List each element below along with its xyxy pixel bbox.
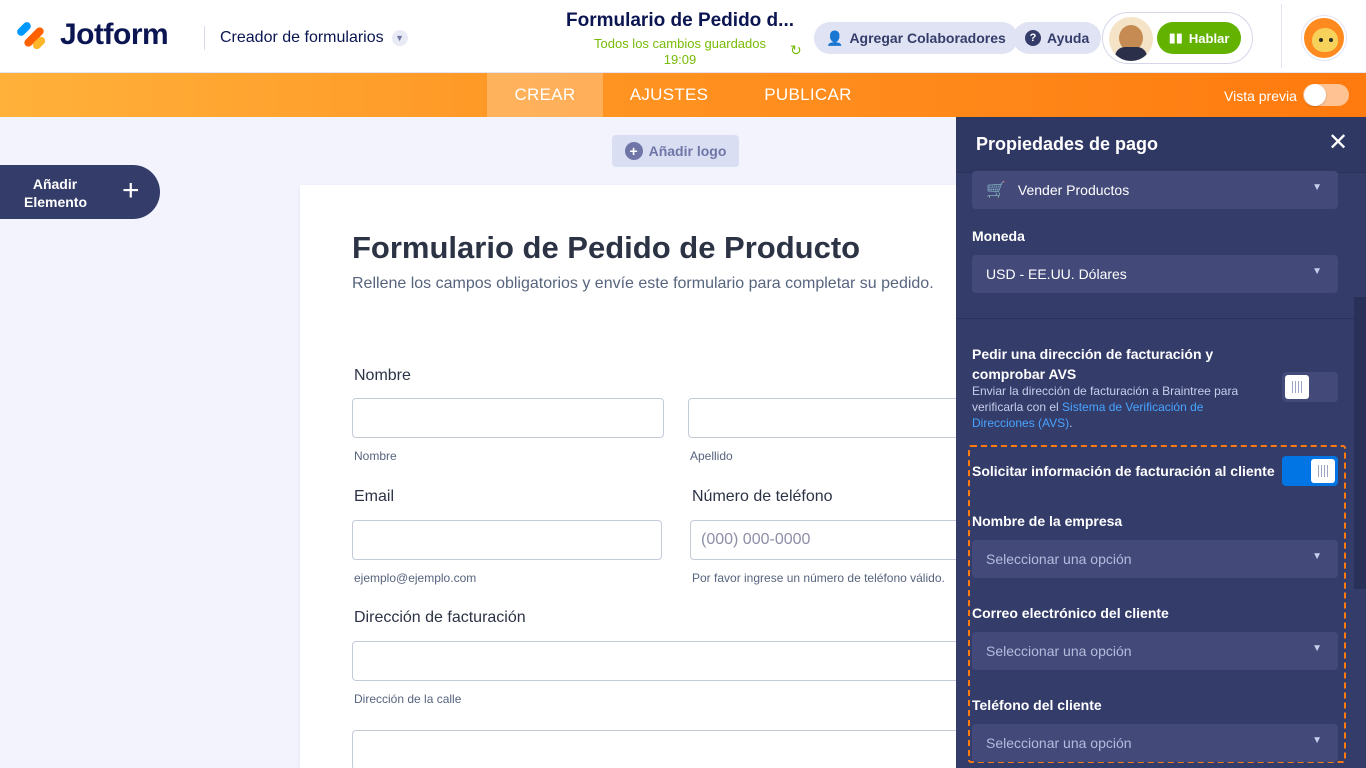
section-divider bbox=[956, 318, 1354, 319]
plus-icon: + bbox=[122, 174, 140, 207]
question-icon: ? bbox=[1025, 30, 1041, 46]
user-icon: 👤 bbox=[826, 29, 844, 46]
phone-label[interactable]: Número de teléfono bbox=[692, 488, 833, 506]
ai-agent-widget[interactable]: ▮▮ Hablar bbox=[1102, 12, 1253, 64]
street-address-input[interactable] bbox=[352, 641, 960, 681]
close-icon[interactable]: ✕ bbox=[1328, 131, 1348, 155]
preview-toggle[interactable] bbox=[1303, 84, 1349, 106]
form-builder-dropdown[interactable]: Creador de formularios ▼ bbox=[220, 29, 408, 47]
form-title[interactable]: Formulario de Pedido d... bbox=[560, 10, 800, 32]
jotform-logo[interactable]: Jotform bbox=[15, 18, 169, 52]
currency-value: USD - EE.UU. Dólares bbox=[986, 266, 1127, 282]
avs-desc-suffix: . bbox=[1069, 416, 1073, 430]
company-name-select[interactable]: Seleccionar una opción ▼ bbox=[972, 540, 1338, 578]
email-label[interactable]: Email bbox=[354, 488, 394, 506]
payment-type-value: Vender Productos bbox=[1017, 182, 1130, 198]
email-input[interactable] bbox=[352, 520, 662, 560]
soundwave-icon: ▮▮ bbox=[1168, 30, 1183, 45]
talk-button[interactable]: ▮▮ Hablar bbox=[1157, 22, 1241, 54]
customer-phone-placeholder: Seleccionar una opción bbox=[986, 735, 1132, 751]
customer-phone-select[interactable]: Seleccionar una opción ▼ bbox=[972, 724, 1338, 762]
plus-circle-icon: + bbox=[624, 142, 643, 160]
currency-label: Moneda bbox=[972, 228, 1025, 244]
agent-avatar bbox=[1109, 17, 1153, 61]
add-logo-label: Añadir logo bbox=[648, 143, 727, 159]
history-icon[interactable]: ↻ bbox=[790, 42, 802, 59]
company-name-label: Nombre de la empresa bbox=[972, 513, 1123, 529]
jotform-logo-icon bbox=[15, 19, 50, 51]
highlight-box bbox=[968, 445, 1346, 763]
add-collaborators-label: Agregar Colaboradores bbox=[849, 30, 1006, 46]
add-logo-button[interactable]: + Añadir logo bbox=[612, 135, 739, 167]
user-avatar[interactable] bbox=[1302, 16, 1346, 60]
billing-info-label: Solicitar información de facturación al … bbox=[972, 463, 1275, 479]
header-divider bbox=[204, 26, 205, 50]
payment-properties-panel: Propiedades de pago ✕ 🛒 Vender Productos… bbox=[956, 117, 1366, 768]
payment-type-select[interactable]: 🛒 Vender Productos ▼ bbox=[972, 171, 1338, 209]
phone-sublabel: Por favor ingrese un número de teléfono … bbox=[692, 571, 945, 585]
save-status: Todos los cambios guardados bbox=[594, 36, 766, 51]
phone-input[interactable]: (000) 000-0000 bbox=[690, 520, 960, 560]
add-element-button[interactable]: Añadir Elemento + bbox=[0, 165, 160, 219]
currency-select[interactable]: USD - EE.UU. Dólares ▼ bbox=[972, 255, 1338, 293]
company-name-placeholder: Seleccionar una opción bbox=[986, 551, 1132, 567]
avs-toggle[interactable] bbox=[1282, 372, 1338, 402]
toggle-knob bbox=[1311, 459, 1335, 483]
phone-placeholder: (000) 000-0000 bbox=[701, 531, 811, 548]
street-address-sublabel: Dirección de la calle bbox=[354, 692, 462, 706]
chevron-down-icon: ▼ bbox=[1312, 551, 1322, 562]
form-canvas: Formulario de Pedido de Producto Rellene… bbox=[300, 185, 960, 768]
chevron-down-icon: ▼ bbox=[391, 30, 408, 46]
preview-label: Vista previa bbox=[1224, 88, 1297, 104]
panel-scrollbar[interactable] bbox=[1354, 297, 1366, 589]
customer-email-placeholder: Seleccionar una opción bbox=[986, 643, 1132, 659]
tab-settings[interactable]: AJUSTES bbox=[616, 73, 722, 117]
billing-address-label[interactable]: Dirección de facturación bbox=[354, 609, 526, 627]
talk-label: Hablar bbox=[1188, 30, 1230, 46]
panel-header: Propiedades de pago ✕ bbox=[956, 117, 1366, 173]
avs-label: Pedir una dirección de facturación y com… bbox=[972, 346, 1214, 382]
form-title-block: Formulario de Pedido d... Todos los camb… bbox=[560, 10, 800, 68]
last-name-sublabel: Apellido bbox=[690, 449, 733, 463]
add-element-label: Añadir Elemento bbox=[24, 176, 88, 210]
logo-text: Jotform bbox=[60, 18, 169, 51]
chevron-down-icon: ▼ bbox=[1312, 643, 1322, 654]
street-address-line2-input[interactable] bbox=[352, 730, 960, 768]
help-button[interactable]: ? Ayuda bbox=[1013, 22, 1102, 54]
billing-info-toggle[interactable] bbox=[1282, 456, 1338, 486]
add-collaborators-button[interactable]: 👤 Agregar Colaboradores bbox=[814, 22, 1018, 54]
header-divider-right bbox=[1281, 4, 1282, 68]
name-label[interactable]: Nombre bbox=[354, 367, 411, 385]
toggle-knob bbox=[1304, 84, 1326, 106]
customer-email-label: Correo electrónico del cliente bbox=[972, 605, 1169, 621]
form-heading[interactable]: Formulario de Pedido de Producto bbox=[352, 230, 860, 266]
avs-description: Enviar la dirección de facturación a Bra… bbox=[972, 383, 1252, 431]
top-header: Jotform Creador de formularios ▼ Formula… bbox=[0, 0, 1366, 73]
tab-create[interactable]: CREAR bbox=[487, 73, 603, 117]
form-subheading[interactable]: Rellene los campos obligatorios y envíe … bbox=[352, 275, 934, 293]
first-name-sublabel: Nombre bbox=[354, 449, 397, 463]
first-name-input[interactable] bbox=[352, 398, 664, 438]
tab-publish[interactable]: PUBLICAR bbox=[750, 73, 866, 117]
builder-label: Creador de formularios bbox=[220, 29, 384, 46]
customer-phone-label: Teléfono del cliente bbox=[972, 697, 1102, 713]
customer-email-select[interactable]: Seleccionar una opción ▼ bbox=[972, 632, 1338, 670]
chevron-down-icon: ▼ bbox=[1312, 735, 1322, 746]
chevron-down-icon: ▼ bbox=[1312, 266, 1322, 277]
builder-nav: CREAR AJUSTES PUBLICAR Vista previa bbox=[0, 73, 1366, 117]
toggle-knob bbox=[1285, 375, 1309, 399]
last-name-input[interactable] bbox=[688, 398, 960, 438]
panel-title: Propiedades de pago bbox=[976, 134, 1159, 154]
email-sublabel: ejemplo@ejemplo.com bbox=[354, 571, 477, 585]
save-time: 19:09 bbox=[663, 52, 697, 67]
chevron-down-icon: ▼ bbox=[1312, 182, 1322, 193]
cart-icon: 🛒 bbox=[986, 182, 1006, 199]
help-label: Ayuda bbox=[1047, 30, 1090, 46]
